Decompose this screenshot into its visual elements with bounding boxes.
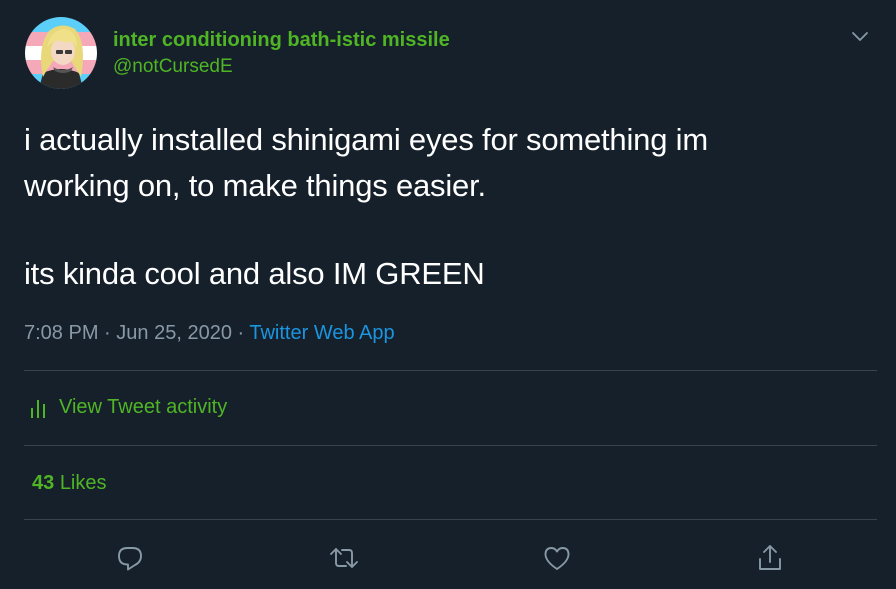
- tweet-time[interactable]: 7:08 PM: [24, 322, 98, 344]
- tweet-text-line: its kinda cool and also IM GREEN: [24, 256, 485, 291]
- tweet-source-link[interactable]: Twitter Web App: [249, 322, 394, 344]
- tweet-text-line: working on, to make things easier.: [24, 168, 486, 203]
- heart-icon: [544, 547, 570, 570]
- divider: [24, 519, 877, 520]
- view-tweet-activity-link[interactable]: View Tweet activity: [30, 396, 227, 419]
- avatar-image: [25, 17, 97, 89]
- tweet-date[interactable]: Jun 25, 2020: [116, 322, 232, 344]
- activity-label: View Tweet activity: [59, 396, 228, 418]
- bar-chart-icon: [31, 399, 45, 418]
- divider: [24, 370, 877, 371]
- retweet-button[interactable]: [328, 542, 360, 574]
- tweet-text: i actually installed shinigami eyes for …: [24, 117, 874, 297]
- avatar[interactable]: [25, 17, 97, 89]
- meta-separator: ·: [104, 322, 111, 344]
- share-button[interactable]: [754, 542, 786, 574]
- like-button[interactable]: [541, 542, 573, 574]
- divider: [24, 445, 877, 446]
- share-icon: [759, 545, 781, 570]
- tweet-card: inter conditioning bath-istic missile @n…: [0, 0, 896, 589]
- author-info[interactable]: inter conditioning bath-istic missile @n…: [113, 28, 450, 79]
- likes-label: Likes: [59, 472, 107, 494]
- reply-icon: [118, 547, 142, 571]
- reply-button[interactable]: [114, 542, 146, 574]
- likes-count: 43: [32, 472, 55, 494]
- tweet-text-line: i actually installed shinigami eyes for …: [24, 122, 708, 157]
- meta-separator: ·: [237, 322, 245, 344]
- likes-link[interactable]: 43 Likes: [32, 472, 107, 495]
- user-handle[interactable]: @notCursedE: [113, 55, 450, 79]
- tweet-metadata: 7:08 PM · Jun 25, 2020 · Twitter Web App: [24, 320, 395, 346]
- display-name[interactable]: inter conditioning bath-istic missile: [113, 28, 450, 52]
- retweet-icon: [330, 548, 358, 568]
- chevron-down-icon[interactable]: [849, 25, 871, 47]
